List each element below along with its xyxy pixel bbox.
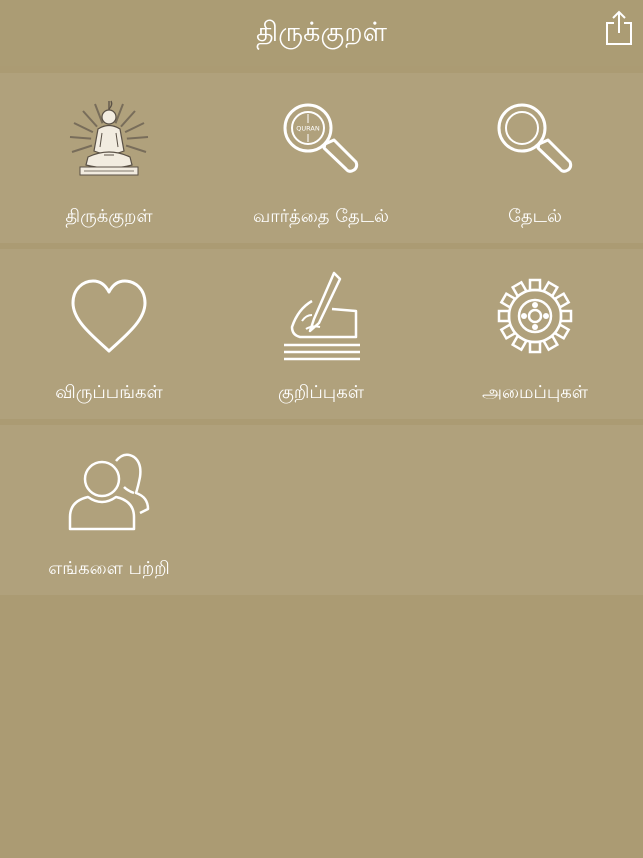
- menu-item-label: வார்த்தை தேடல்: [252, 206, 389, 227]
- menu-item-notes[interactable]: குறிப்புகள்: [214, 249, 428, 419]
- menu-item-word-search[interactable]: QURAN வார்த்தை தேடல்: [214, 73, 428, 243]
- page-title: திருக்குறள்: [256, 17, 387, 48]
- heart-icon: [64, 271, 154, 361]
- menu-item-settings[interactable]: அமைப்புகள்: [428, 249, 642, 419]
- users-icon: [64, 447, 154, 537]
- app-header: திருக்குறள்: [0, 0, 643, 66]
- search-icon: [490, 95, 580, 185]
- menu-item-label: திருக்குறள்: [65, 206, 153, 227]
- thiruvalluvar-icon: [64, 95, 154, 185]
- menu-row-1: திருக்குறள் QURAN வார்த்தை தேடல் தேடல்: [0, 73, 643, 243]
- menu-row-3: எங்களை பற்றி: [0, 425, 643, 595]
- menu-item-label: தேடல்: [508, 206, 562, 227]
- menu-item-favorites[interactable]: விருப்பங்கள்: [2, 249, 216, 419]
- menu-item-label: விருப்பங்கள்: [55, 382, 163, 403]
- word-search-icon: QURAN: [276, 95, 366, 185]
- share-icon: [606, 10, 632, 45]
- menu-item-label: குறிப்புகள்: [278, 382, 364, 403]
- writing-hand-icon: [276, 271, 366, 361]
- menu-item-label: அமைப்புகள்: [481, 382, 589, 403]
- menu-row-2: விருப்பங்கள் குறிப்புகள் அமைப்புகள்: [0, 249, 643, 419]
- menu-item-thirukkural[interactable]: திருக்குறள்: [2, 73, 216, 243]
- menu-item-label: எங்களை பற்றி: [48, 558, 170, 579]
- gear-icon: [490, 271, 580, 361]
- share-button[interactable]: [605, 10, 633, 46]
- menu-item-search[interactable]: தேடல்: [428, 73, 642, 243]
- menu-item-about-us[interactable]: எங்களை பற்றி: [2, 425, 216, 595]
- word-search-icon-text: QURAN: [296, 125, 320, 133]
